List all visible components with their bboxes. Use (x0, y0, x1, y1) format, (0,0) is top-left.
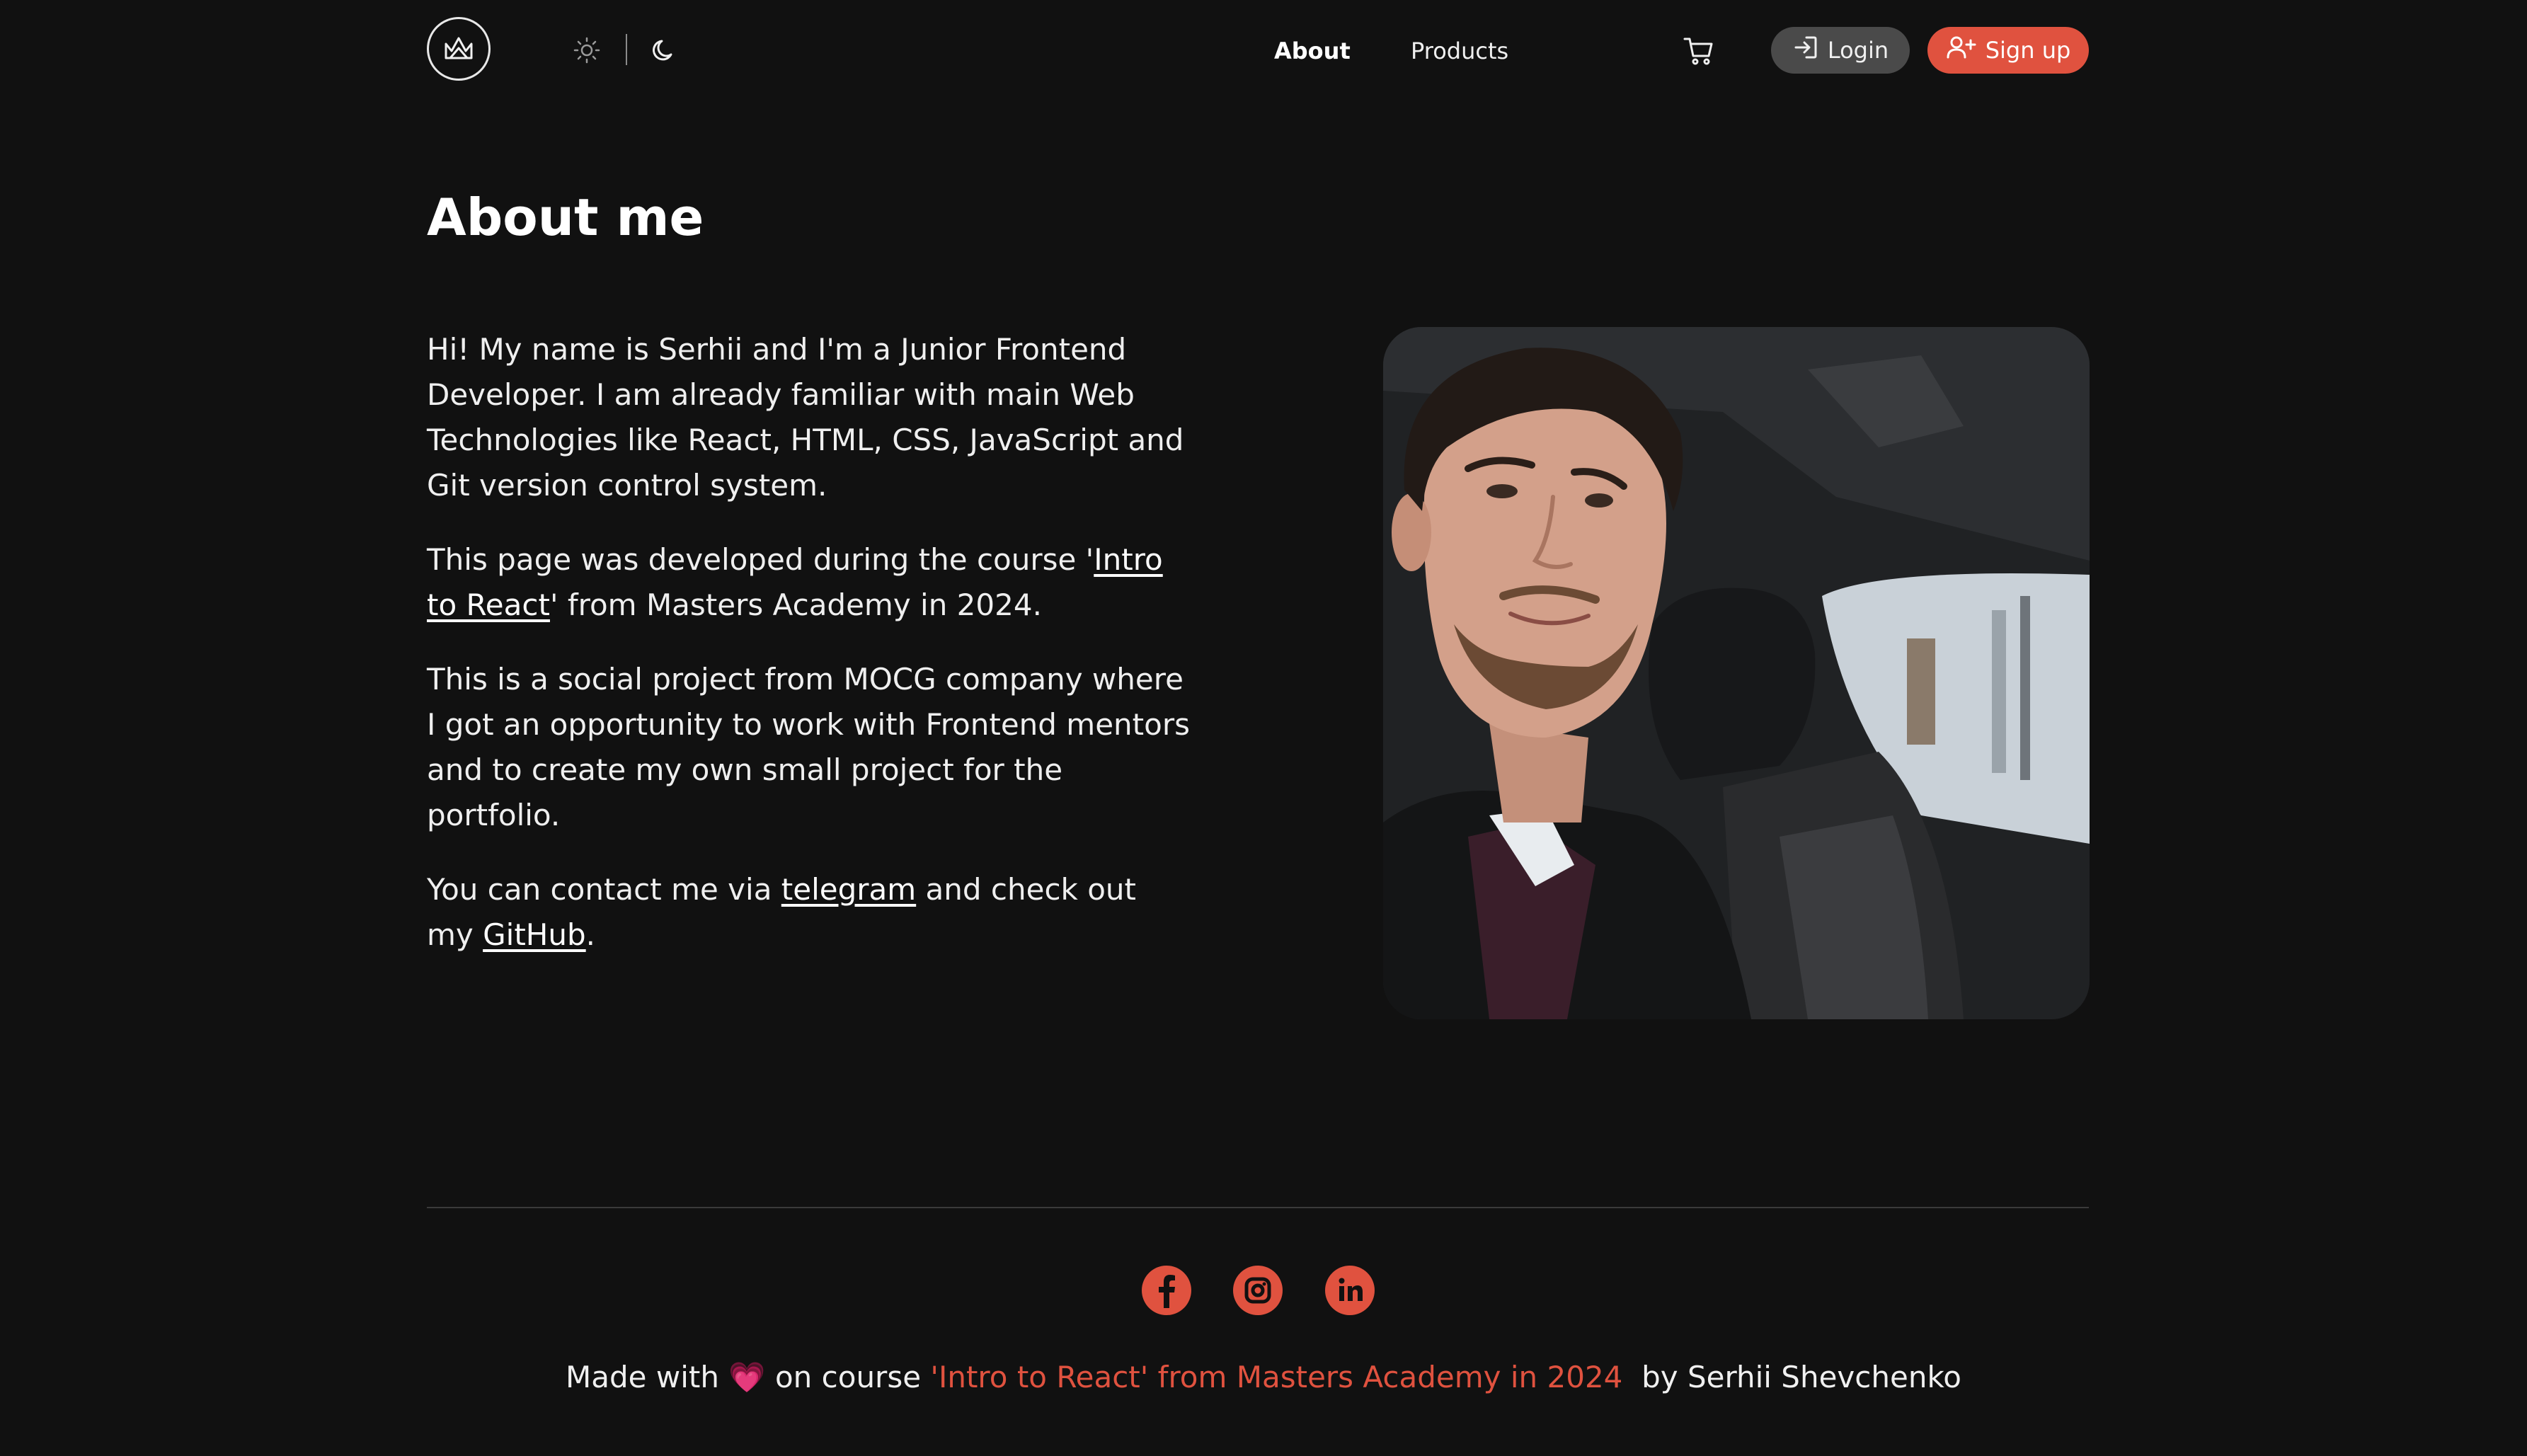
login-button[interactable]: Login (1771, 27, 1910, 74)
profile-photo (1383, 327, 2090, 1019)
login-label: Login (1827, 37, 1889, 64)
github-link[interactable]: GitHub (483, 917, 586, 952)
contact-text-before: You can contact me via (427, 872, 781, 907)
footer-on-course: on course (774, 1360, 922, 1394)
user-plus-icon (1946, 34, 1977, 67)
signup-button[interactable]: Sign up (1927, 27, 2089, 74)
linkedin-icon[interactable] (1325, 1266, 1375, 1315)
bio-text: Hi! My name is Serhii and I'm a Junior F… (427, 327, 1191, 987)
nav-products[interactable]: Products (1411, 35, 1508, 67)
footer-author: by Serhii Shevchenko (1641, 1360, 1961, 1394)
login-icon (1792, 34, 1819, 67)
telegram-link[interactable]: telegram (781, 872, 916, 907)
bio-paragraph-project: This is a social project from MOCG compa… (427, 662, 1190, 832)
crown-icon[interactable] (427, 17, 491, 81)
footer-divider (427, 1207, 2089, 1208)
bio-paragraph-intro: Hi! My name is Serhii and I'm a Junior F… (427, 332, 1184, 503)
signup-label: Sign up (1985, 37, 2071, 64)
contact-text-after: . (585, 917, 596, 952)
heart-icon: 💗 (728, 1360, 766, 1394)
page-title: About me (427, 188, 704, 247)
cart-icon[interactable] (1681, 34, 1717, 68)
footer-credits: Made with 💗 on course 'Intro to React' f… (0, 1358, 2527, 1397)
course-text-after: ' from Masters Academy in 2024. (549, 587, 1042, 622)
bio-paragraph-course: This page was developed during the cours… (427, 537, 1191, 628)
footer-course-link[interactable]: 'Intro to React' from Masters Academy in… (930, 1360, 1622, 1394)
bio-paragraph-contact: You can contact me via telegram and chec… (427, 867, 1191, 958)
header: About Products Login Sign up (0, 0, 2527, 101)
theme-divider (626, 34, 627, 65)
course-text-before: This page was developed during the cours… (427, 542, 1094, 577)
facebook-icon[interactable] (1142, 1266, 1191, 1315)
footer-made-with: Made with (566, 1360, 719, 1394)
instagram-icon[interactable] (1233, 1266, 1283, 1315)
moon-icon[interactable] (648, 34, 680, 67)
nav-about[interactable]: About (1274, 35, 1351, 67)
sun-icon[interactable] (571, 34, 603, 67)
page: About Products Login Sign up About me Hi… (0, 0, 2527, 1456)
